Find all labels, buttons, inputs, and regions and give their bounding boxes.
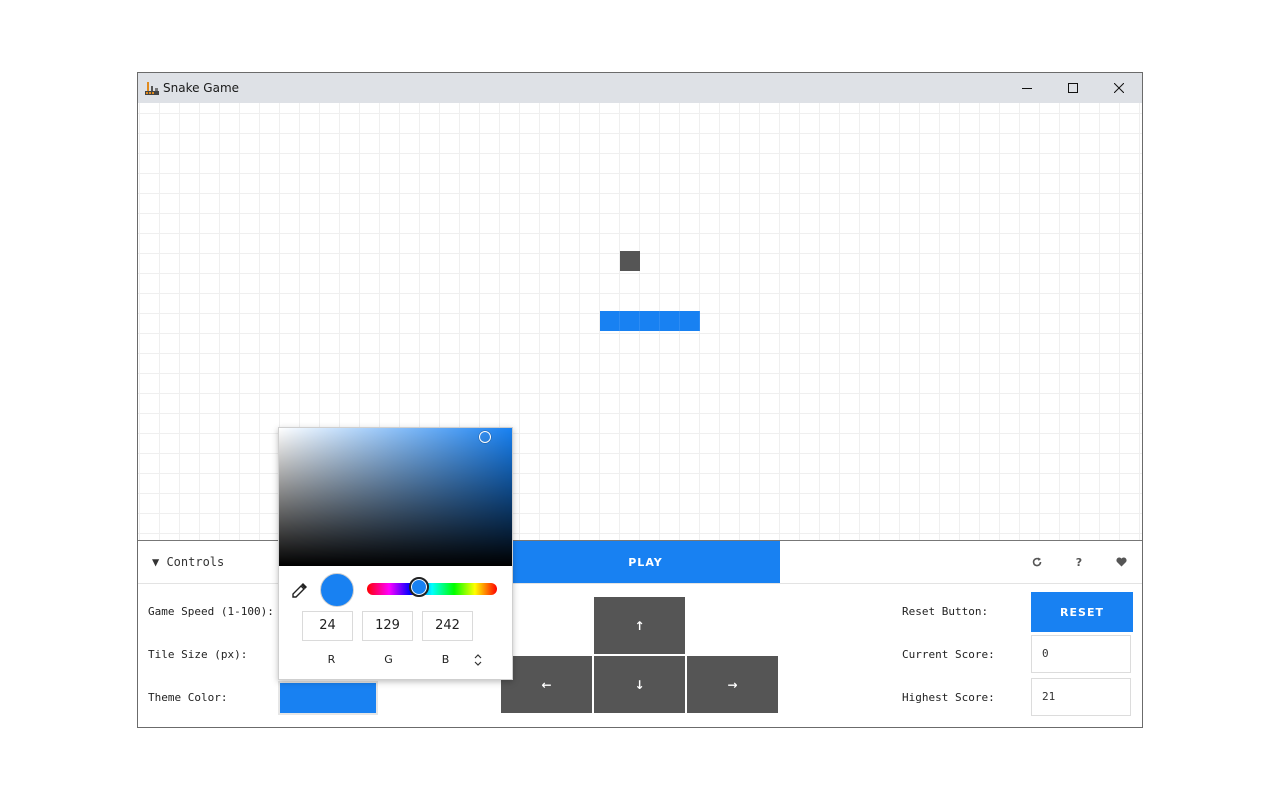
title-bar: Snake Game — [138, 73, 1142, 103]
theme-color-label: Theme Color: — [148, 691, 228, 704]
snake-app-icon — [145, 82, 159, 95]
snake-segment — [620, 311, 640, 331]
saturation-value-area[interactable] — [279, 428, 512, 566]
food-tile — [620, 251, 640, 271]
close-icon — [1114, 83, 1124, 93]
color-picker-popup: 24 129 242 R G B — [278, 427, 513, 680]
maximize-button[interactable] — [1050, 73, 1096, 103]
theme-color-swatch[interactable] — [278, 681, 378, 715]
refresh-icon[interactable] — [1029, 554, 1045, 570]
right-arrow-button[interactable]: → — [687, 656, 778, 713]
red-label: R — [327, 653, 336, 666]
down-arrow-icon: ↓ — [634, 677, 645, 692]
left-arrow-icon: ← — [541, 677, 552, 692]
minimize-icon — [1022, 88, 1032, 89]
format-toggle-icon[interactable] — [472, 653, 484, 667]
right-arrow-icon: → — [727, 677, 738, 692]
window-title: Snake Game — [163, 81, 240, 95]
highest-score-value: 21 — [1031, 678, 1131, 716]
hue-slider[interactable] — [367, 583, 497, 595]
color-preview — [320, 573, 354, 607]
reset-label: Reset Button: — [902, 605, 989, 618]
hue-handle[interactable] — [409, 577, 429, 597]
reset-button[interactable]: RESET — [1031, 592, 1133, 632]
down-arrow-button[interactable]: ↓ — [594, 656, 685, 713]
snake-segment — [640, 311, 660, 331]
snake-segment — [660, 311, 680, 331]
saturation-handle[interactable] — [479, 431, 491, 443]
help-icon[interactable]: ? — [1071, 554, 1087, 570]
tile-size-label: Tile Size (px): — [148, 648, 248, 661]
close-button[interactable] — [1096, 73, 1142, 103]
current-score-label: Current Score: — [902, 648, 995, 661]
current-score-value: 0 — [1031, 635, 1131, 673]
green-label: G — [384, 653, 393, 666]
left-arrow-button[interactable]: ← — [501, 656, 592, 713]
heart-icon[interactable] — [1113, 554, 1129, 570]
green-input[interactable]: 129 — [362, 611, 413, 641]
snake-segment — [680, 311, 700, 331]
up-arrow-icon: ↑ — [634, 618, 645, 633]
highest-score-label: Highest Score: — [902, 691, 995, 704]
minimize-button[interactable] — [1004, 73, 1050, 103]
eyedropper-icon[interactable] — [291, 581, 309, 599]
maximize-icon — [1068, 83, 1078, 93]
up-arrow-button[interactable]: ↑ — [594, 597, 685, 654]
play-button[interactable]: PLAY — [511, 541, 780, 583]
blue-input[interactable]: 242 — [422, 611, 473, 641]
controls-toggle[interactable]: ▼ Controls — [152, 555, 224, 569]
blue-label: B — [441, 653, 450, 666]
red-input[interactable]: 24 — [302, 611, 353, 641]
game-speed-label: Game Speed (1-100): — [148, 605, 274, 618]
snake-segment — [600, 311, 620, 331]
